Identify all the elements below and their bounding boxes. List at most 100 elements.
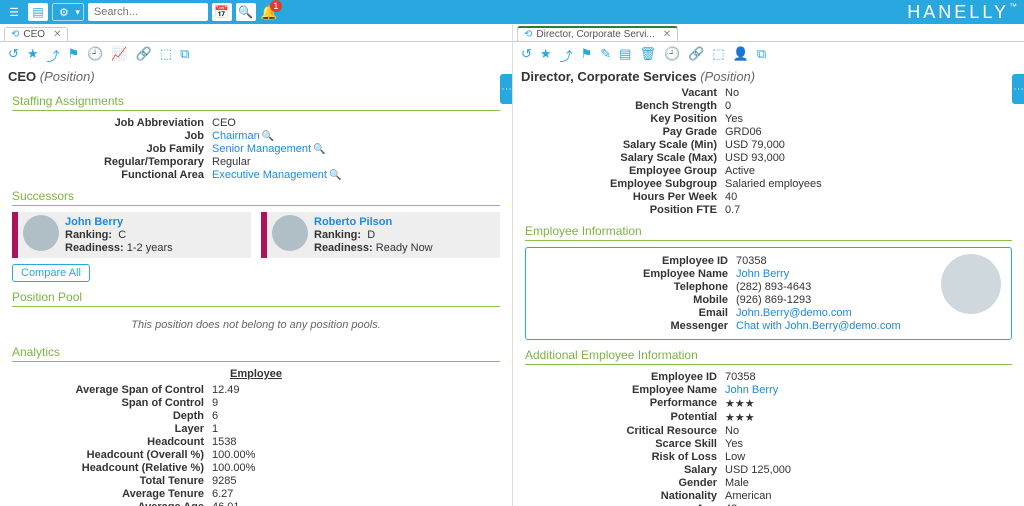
kv-row: Employee ID70358	[525, 371, 1012, 383]
history-icon[interactable]: ↺	[8, 46, 19, 65]
successor-name: Roberto Pilson	[314, 216, 433, 228]
panel-title: CEO (Position)	[0, 69, 512, 86]
left-scroll[interactable]: Staffing Assignments Job AbbreviationCEO…	[0, 86, 512, 506]
link-icon[interactable]: 🔗	[136, 46, 152, 65]
hierarchy-icon[interactable]: ⬚	[160, 46, 172, 65]
kv-row: Risk of LossLow	[525, 451, 1012, 463]
search-button[interactable]: 🔍	[236, 3, 256, 21]
notification-badge: 1	[270, 0, 282, 12]
employee-photo	[941, 254, 1001, 314]
kv-row: SalaryUSD 125,000	[525, 464, 1012, 476]
globe-icon: ⚙	[59, 6, 69, 19]
kv-row: Average Age46.01	[12, 501, 500, 506]
tab-director[interactable]: ⟲ Director, Corporate Servi... ✕	[517, 26, 678, 41]
email-link[interactable]: John.Berry@demo.com	[736, 307, 852, 319]
kv-row: Bench Strength0	[525, 100, 1012, 112]
magnify-icon: 🔍	[313, 144, 325, 155]
topbar: ☰ ▤ ⚙ 📅 🔍 🔔1 HANELLY™	[0, 0, 1024, 24]
compare-all-button[interactable]: Compare All	[12, 264, 90, 282]
chart-icon[interactable]: 📈	[111, 46, 127, 65]
analytics-employee-header: Employee	[12, 368, 500, 380]
user-icon[interactable]: 👤	[733, 46, 749, 65]
kv-row: GenderMale	[525, 477, 1012, 489]
star-icon[interactable]: ★	[27, 46, 39, 65]
kv-row: Headcount (Overall %)100.00%	[12, 449, 500, 461]
right-scroll[interactable]: VacantNoBench Strength0Key PositionYesPa…	[513, 86, 1024, 506]
kv-row: Performance★★★	[525, 397, 1012, 410]
panel-handle-right[interactable]: ⋮	[1012, 74, 1024, 104]
kv-row: Employee GroupActive	[525, 165, 1012, 177]
link-icon[interactable]: 🔗	[688, 46, 704, 65]
tab-ceo[interactable]: ⟲ CEO ✕	[4, 27, 68, 41]
panel-toolbar: ↺ ★ ⤴ ⚑ 🕘 📈 🔗 ⬚ ⧉	[0, 42, 512, 69]
panel-title: Director, Corporate Services (Position)	[513, 69, 1024, 86]
delete-icon[interactable]: 🗑	[639, 46, 656, 65]
magnify-icon: 🔍	[329, 170, 341, 181]
flag-icon[interactable]: ⚑	[68, 46, 80, 65]
successor-name: John Berry	[65, 216, 173, 228]
employee-card: Employee ID70358 Employee NameJohn Berry…	[525, 247, 1012, 340]
hamburger-icon[interactable]: ☰	[4, 6, 24, 19]
kv-row: Pay GradeGRD06	[525, 126, 1012, 138]
kv-row: Scarce SkillYes	[525, 438, 1012, 450]
home-button[interactable]: ▤	[28, 3, 48, 21]
close-icon[interactable]: ✕	[53, 29, 61, 40]
kv-row: VacantNo	[525, 87, 1012, 99]
kv-row: Employee NameJohn Berry	[525, 384, 1012, 396]
section-emp-info: Employee Information	[525, 224, 1012, 238]
star-icon[interactable]: ★	[540, 46, 552, 65]
messenger-link[interactable]: Chat with John.Berry@demo.com	[736, 320, 901, 332]
notifications-icon[interactable]: 🔔1	[260, 4, 278, 21]
kv-row: Regular/TemporaryRegular	[12, 156, 500, 168]
kv-row: Span of Control9	[12, 397, 500, 409]
hierarchy-icon[interactable]: ⬚	[712, 46, 724, 65]
share-icon[interactable]: ⤴	[560, 46, 573, 65]
kv-row: Job FamilySenior Management🔍	[12, 143, 500, 155]
back-icon: ⟲	[524, 29, 532, 40]
employee-name-link[interactable]: John Berry	[736, 268, 789, 280]
magnify-icon: 🔍	[262, 131, 274, 142]
successor-card[interactable]: John Berry Ranking: C Readiness: 1-2 yea…	[12, 212, 251, 258]
flag-icon[interactable]: ⚑	[581, 46, 593, 65]
kv-row: Headcount1538	[12, 436, 500, 448]
workspace: ⋮ ⟲ CEO ✕ ↺ ★ ⤴ ⚑ 🕘 📈 🔗 ⬚ ⧉ CEO (Positio…	[0, 24, 1024, 506]
view-dropdown[interactable]: ⚙	[52, 3, 84, 21]
kv-row: Employee SubgroupSalaried employees	[525, 178, 1012, 190]
kv-row: Hours Per Week40	[525, 191, 1012, 203]
kv-row: Depth6	[12, 410, 500, 422]
section-addl-info: Additional Employee Information	[525, 348, 1012, 362]
search-input[interactable]	[88, 3, 208, 21]
kv-row: Headcount (Relative %)100.00%	[12, 462, 500, 474]
avatar	[272, 215, 308, 251]
kv-row: Potential★★★	[525, 411, 1012, 424]
panel-toolbar: ↺ ★ ⤴ ⚑ ✎ ▤ 🗑 🕘 🔗 ⬚ 👤 ⧉	[513, 42, 1024, 69]
section-successors: Successors	[12, 189, 500, 203]
successor-row: John Berry Ranking: C Readiness: 1-2 yea…	[12, 212, 500, 258]
pool-empty-text: This position does not belong to any pos…	[12, 313, 500, 337]
clock-icon[interactable]: 🕘	[87, 46, 103, 65]
section-staffing: Staffing Assignments	[12, 94, 500, 108]
history-icon[interactable]: ↺	[521, 46, 532, 65]
left-panel: ⋮ ⟲ CEO ✕ ↺ ★ ⤴ ⚑ 🕘 📈 🔗 ⬚ ⧉ CEO (Positio…	[0, 24, 512, 506]
clock-icon[interactable]: 🕘	[664, 46, 680, 65]
copy-icon[interactable]: ⧉	[180, 46, 189, 65]
copy-icon[interactable]: ⧉	[757, 46, 766, 65]
form-icon[interactable]: ▤	[619, 46, 631, 65]
right-panel: ⋮ ⟲ Director, Corporate Servi... ✕ ↺ ★ ⤴…	[512, 24, 1024, 506]
brand-logo: HANELLY™	[907, 2, 1020, 23]
panel-handle-left[interactable]: ⋮	[500, 74, 512, 104]
back-icon: ⟲	[11, 29, 19, 40]
kv-row: Average Tenure6.27	[12, 488, 500, 500]
share-icon[interactable]: ⤴	[47, 46, 60, 65]
kv-row: Total Tenure9285	[12, 475, 500, 487]
kv-row: Salary Scale (Min)USD 79,000	[525, 139, 1012, 151]
successor-card[interactable]: Roberto Pilson Ranking: D Readiness: Rea…	[261, 212, 500, 258]
avatar	[23, 215, 59, 251]
kv-row: Average Span of Control12.49	[12, 384, 500, 396]
kv-row: Salary Scale (Max)USD 93,000	[525, 152, 1012, 164]
calendar-button[interactable]: 📅	[212, 3, 232, 21]
tab-row: ⟲ Director, Corporate Servi... ✕	[513, 24, 1024, 42]
kv-row: NationalityAmerican	[525, 490, 1012, 502]
close-icon[interactable]: ✕	[663, 29, 671, 40]
edit-icon[interactable]: ✎	[600, 46, 611, 65]
